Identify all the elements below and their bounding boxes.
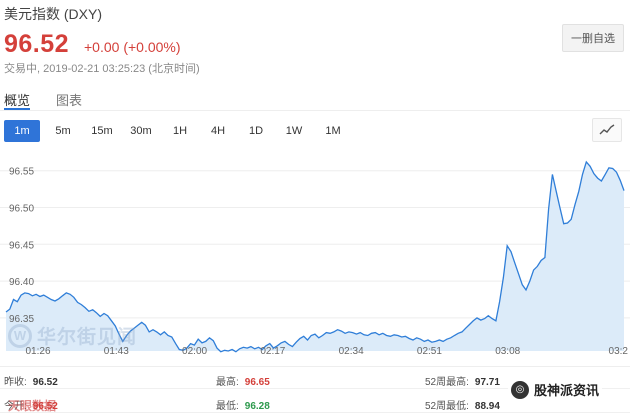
remove-watchlist-button[interactable]: 一删自选 <box>562 24 624 52</box>
period-5m[interactable]: 5m <box>45 120 81 142</box>
period-1d[interactable]: 1D <box>238 120 274 142</box>
tab-overview[interactable]: 概览 <box>4 90 30 109</box>
period-30m[interactable]: 30m <box>123 120 159 142</box>
tab-divider <box>0 110 630 111</box>
stat-52w-low: 52周最低: 88.94 <box>425 397 500 412</box>
y-tick-label: 96.45 <box>9 240 34 251</box>
stat-high: 最高: 96.65 <box>216 373 270 388</box>
period-1w[interactable]: 1W <box>276 120 312 142</box>
bottom-logo: 天眼数据 <box>8 399 57 413</box>
price-change: +0.00 (+0.00%) <box>84 39 181 55</box>
wechat-badge: ◎ 股神派资讯 <box>508 379 603 400</box>
x-tick-label: 02:51 <box>417 346 442 357</box>
period-1m[interactable]: 1m <box>4 120 40 142</box>
y-tick-label: 96.40 <box>9 277 34 288</box>
stat-value: 97.71 <box>474 377 500 388</box>
line-chart-icon <box>599 124 615 135</box>
period-1h[interactable]: 1H <box>162 120 198 142</box>
y-tick-label: 96.55 <box>9 167 34 178</box>
tab-chart[interactable]: 图表 <box>56 90 82 109</box>
current-price: 96.52 <box>4 30 70 58</box>
tab-bar: 概览 图表 <box>0 86 630 110</box>
y-tick-label: 96.50 <box>9 204 34 215</box>
stat-value: 96.52 <box>32 377 58 388</box>
x-tick-label: 02:00 <box>182 346 207 357</box>
stat-value: 96.28 <box>244 401 270 412</box>
stat-label: 最高: <box>216 377 239 388</box>
stat-label: 52周最高: <box>425 377 469 388</box>
stat-52w-high: 52周最高: 97.71 <box>425 373 500 388</box>
badge-text: 股神派资讯 <box>534 383 600 398</box>
wechat-icon: ◎ <box>511 380 529 399</box>
period-selector: 1m 5m 15m 30m 1H 4H 1D 1W 1M <box>4 120 624 142</box>
chart-type-button[interactable] <box>592 118 622 142</box>
period-15m[interactable]: 15m <box>84 120 120 142</box>
period-1mo[interactable]: 1M <box>315 120 351 142</box>
stat-value: 88.94 <box>474 401 500 412</box>
stat-label: 昨收: <box>4 377 27 388</box>
x-tick-label: 03:2 <box>609 346 629 357</box>
stat-low: 最低: 96.28 <box>216 397 270 412</box>
trading-status: 交易中, 2019-02-21 03:25:23 (北京时间) <box>4 63 200 75</box>
watermark-text: 华尔街见闻 <box>37 327 138 348</box>
stat-prev-close: 昨收: 96.52 <box>4 373 58 388</box>
period-4h[interactable]: 4H <box>200 120 236 142</box>
stat-label: 最低: <box>216 401 239 412</box>
watermark-logo: W <box>8 323 32 348</box>
x-tick-label: 03:08 <box>495 346 520 357</box>
x-tick-label: 02:34 <box>339 346 364 357</box>
stat-value: 96.65 <box>244 377 270 388</box>
watermark: W 华尔街见闻 <box>8 322 137 349</box>
stat-label: 52周最低: <box>425 401 469 412</box>
instrument-title: 美元指数 (DXY) <box>4 6 102 22</box>
x-tick-label: 02:17 <box>260 346 285 357</box>
